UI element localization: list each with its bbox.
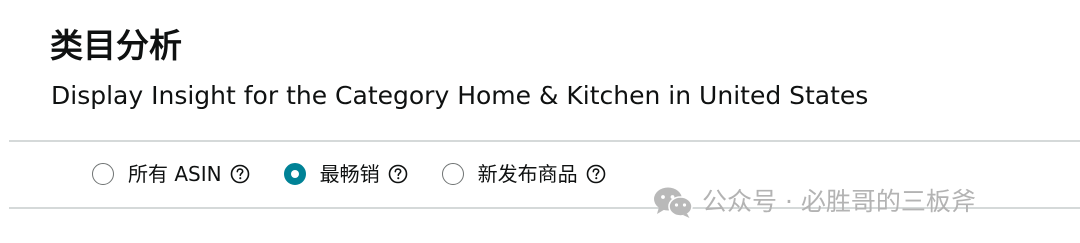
- filter-option-all-asin[interactable]: 所有 ASIN: [92, 160, 250, 188]
- radio-best-sellers[interactable]: [283, 163, 306, 185]
- help-icon[interactable]: [388, 164, 408, 184]
- asin-filter-radio-group: 所有 ASIN 最畅销 新发布商品: [92, 157, 606, 191]
- filter-option-label: 新发布商品: [477, 162, 578, 186]
- filter-option-label: 最畅销: [319, 162, 380, 186]
- page-subtitle: Display Insight for the Category Home & …: [51, 81, 869, 110]
- page-title: 类目分析: [50, 26, 182, 65]
- watermark: 公众号 · 必胜哥的三板斧: [652, 183, 976, 221]
- watermark-text: 公众号 · 必胜哥的三板斧: [702, 187, 976, 216]
- help-icon[interactable]: [230, 164, 250, 184]
- wechat-icon: [652, 185, 694, 219]
- radio-new-releases[interactable]: [441, 163, 464, 185]
- filter-option-new-releases[interactable]: 新发布商品: [441, 160, 606, 188]
- radio-all-asin[interactable]: [92, 163, 114, 185]
- filter-option-label: 所有 ASIN: [128, 162, 222, 186]
- filter-option-best-sellers[interactable]: 最畅销: [283, 160, 408, 188]
- divider-top: [9, 140, 1080, 142]
- help-icon[interactable]: [586, 164, 606, 184]
